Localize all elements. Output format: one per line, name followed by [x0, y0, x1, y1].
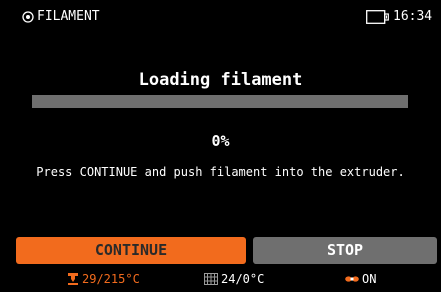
bed-icon: [204, 273, 218, 285]
clock: 16:34: [393, 9, 433, 24]
screen: FILAMENT 16:34 Loading filament 0% Press…: [0, 0, 441, 292]
screen-title: FILAMENT: [37, 9, 100, 24]
screen-icon: [22, 11, 34, 23]
progress-percent: 0%: [211, 132, 230, 150]
bed-temp-status: 24/0°C: [204, 272, 264, 286]
header-bar: FILAMENT 16:34: [0, 0, 441, 40]
continue-button[interactable]: CONTINUE: [16, 237, 246, 264]
fan-status: ON: [345, 272, 376, 286]
bed-temp-value: 24/0°C: [221, 272, 265, 286]
nozzle-temp-status: 29/215°C: [67, 272, 140, 286]
stop-button[interactable]: STOP: [253, 237, 437, 264]
fan-icon: [345, 276, 359, 282]
status-bar: 29/215°C 24/0°C ON: [0, 268, 441, 292]
usb-storage-icon: [366, 10, 389, 24]
fan-status-value: ON: [362, 272, 377, 286]
instruction-text: Press CONTINUE and push filament into th…: [36, 165, 405, 179]
nozzle-icon: [68, 273, 78, 285]
page-heading: Loading filament: [138, 70, 303, 90]
progress-bar: [32, 95, 408, 108]
nozzle-temp-value: 29/215°C: [82, 272, 140, 286]
